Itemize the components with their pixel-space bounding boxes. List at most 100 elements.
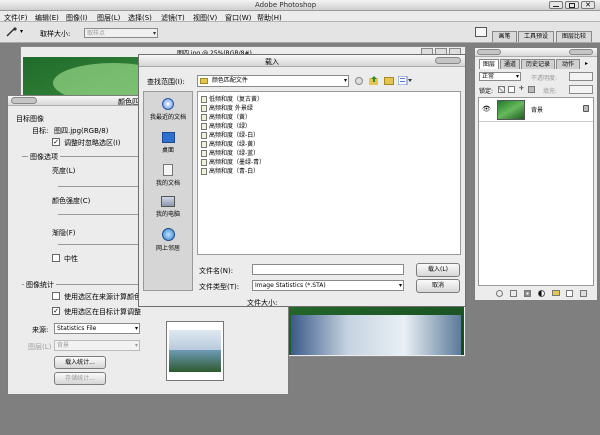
chevron-down-icon: ▾ — [398, 282, 402, 289]
app-title: Adobe Photoshop — [255, 1, 317, 9]
place-network[interactable]: 网上邻居 — [144, 228, 192, 258]
new-group-icon[interactable] — [552, 290, 560, 296]
preview-ground — [169, 350, 221, 372]
chevron-down-icon: ▾ — [152, 30, 156, 37]
close-button[interactable]: ✕ — [581, 1, 595, 9]
filename-input[interactable] — [252, 264, 404, 275]
eyedropper-tool-icon[interactable] — [5, 27, 19, 37]
opacity-input[interactable] — [569, 72, 593, 81]
file-item[interactable]: 高频和度 外景绿 — [201, 103, 253, 112]
file-item[interactable]: 高频和度（青-白） — [201, 166, 259, 175]
use-source-selection-checkbox[interactable] — [52, 292, 60, 300]
file-icon — [201, 149, 207, 157]
minimize-button[interactable] — [549, 1, 563, 9]
file-name: 高频和度（青-白） — [209, 168, 260, 175]
new-folder-icon[interactable] — [384, 77, 394, 85]
lock-icon — [583, 105, 589, 112]
tab-history[interactable]: 历史记录 — [521, 59, 555, 69]
neutralize-checkbox[interactable] — [52, 254, 60, 262]
layer-value: 背景 — [57, 342, 70, 349]
filetype-select[interactable]: Image Statistics (*.STA) ▾ — [252, 280, 404, 291]
layer-row-background[interactable]: 👁 背景 — [479, 98, 593, 122]
layers-panel-close-pill[interactable] — [569, 49, 593, 55]
back-icon[interactable] — [355, 77, 363, 85]
file-item[interactable]: 高频和度（绿） — [201, 121, 251, 130]
panel-menu-icon[interactable]: ▸ — [585, 60, 588, 67]
file-name: 高频和度（绿-蓝） — [209, 150, 260, 157]
place-label: 网上邻居 — [155, 245, 180, 252]
lock-transparency-icon[interactable] — [498, 86, 505, 93]
link-layers-icon[interactable] — [496, 290, 503, 297]
load-statistics-button[interactable]: 载入统计... — [54, 356, 106, 369]
lock-all-icon[interactable] — [528, 86, 535, 93]
load-dialog-close-pill[interactable] — [435, 57, 461, 64]
fade-slider[interactable] — [58, 244, 148, 245]
delete-layer-icon[interactable] — [580, 290, 587, 297]
adjustment-layer-icon[interactable] — [538, 290, 545, 297]
lock-image-icon[interactable] — [508, 86, 515, 93]
source-select[interactable]: Statistics File ▾ — [54, 323, 140, 334]
load-dialog-title: 载入 — [265, 58, 279, 66]
file-icon — [201, 104, 207, 112]
place-label: 我的电脑 — [155, 211, 180, 218]
file-list[interactable]: 低频和度（复古黄） 高频和度 外景绿 高频和度（黄） 高频和度（绿） 高频和度（… — [197, 91, 461, 255]
up-folder-icon[interactable] — [369, 76, 379, 85]
tool-preset-dropdown-icon[interactable]: ▾ — [20, 28, 23, 35]
layer-mask-icon[interactable] — [524, 290, 531, 297]
place-my-documents[interactable]: 我的文档 — [144, 164, 192, 194]
file-icon — [201, 113, 207, 121]
tab-tool-presets[interactable]: 工具预设 — [518, 31, 554, 42]
menu-bar: 文件(F) 编辑(E) 图像(I) 图层(L) 选择(S) 滤镜(T) 视图(V… — [0, 11, 600, 22]
palette-well-icon[interactable] — [475, 27, 487, 37]
use-target-selection-label: 使用选区在目标计算调整 — [64, 308, 141, 316]
layer-label: 图层(L) — [28, 343, 52, 351]
file-item[interactable]: 高频和度（墨绿-青） — [201, 157, 265, 166]
tab-layer-comps[interactable]: 图层比较 — [556, 31, 592, 42]
source-preview-thumbnail — [166, 321, 224, 381]
filetype-value: Image Statistics (*.STA) — [255, 282, 326, 289]
file-item[interactable]: 高频和度（绿-黄） — [201, 139, 259, 148]
place-desktop[interactable]: 桌面 — [144, 132, 192, 160]
visibility-eye-icon[interactable]: 👁 — [482, 105, 491, 113]
my-computer-icon — [161, 196, 175, 207]
place-my-computer[interactable]: 我的电脑 — [144, 196, 192, 226]
load-button[interactable]: 载入(L) — [416, 263, 460, 277]
file-name: 高频和度（绿） — [209, 123, 252, 130]
place-recent-documents[interactable]: 我最近的文档 — [144, 98, 192, 126]
use-target-selection-checkbox[interactable]: ✓ — [52, 307, 60, 315]
blend-mode-select[interactable]: 正常 ▾ — [479, 72, 521, 81]
file-item[interactable]: 高频和度（黄） — [201, 112, 251, 121]
tab-actions[interactable]: 动作 — [556, 59, 580, 69]
tab-channels[interactable]: 通道 — [500, 59, 520, 69]
lookin-select[interactable]: 颜色匹配文件 ▾ — [197, 75, 349, 87]
dialog-drag-handle[interactable] — [11, 97, 37, 104]
ignore-selection-checkbox[interactable]: ✓ — [52, 138, 60, 146]
lock-position-icon[interactable]: ✛ — [518, 86, 525, 93]
layer-select: 背景 ▾ — [54, 340, 140, 351]
tab-brushes[interactable]: 画笔 — [492, 31, 517, 42]
cancel-button[interactable]: 取消 — [416, 279, 460, 293]
preview-sky — [169, 330, 221, 350]
close-icon: ✕ — [585, 1, 591, 9]
place-label: 我最近的文档 — [149, 114, 186, 121]
new-layer-icon[interactable] — [566, 290, 573, 297]
layers-panel-drag-handle[interactable] — [477, 49, 501, 55]
view-menu-icon[interactable] — [397, 75, 412, 86]
source-label: 来源: — [32, 326, 49, 334]
tab-layers[interactable]: 图层 — [479, 59, 499, 69]
file-item[interactable]: 低频和度（复古黄） — [201, 94, 263, 103]
layer-style-icon[interactable] — [510, 290, 517, 297]
chevron-down-icon: ▾ — [343, 77, 347, 84]
file-item[interactable]: 高频和度（绿-蓝） — [201, 148, 259, 157]
intensity-slider[interactable] — [58, 214, 148, 215]
file-icon — [201, 131, 207, 139]
file-item[interactable]: 高频和度（绿-白） — [201, 130, 259, 139]
luminance-slider[interactable] — [58, 186, 148, 187]
file-icon — [201, 140, 207, 148]
lookin-value: 颜色匹配文件 — [211, 77, 248, 84]
fill-input[interactable] — [569, 85, 593, 94]
sample-size-label: 取样大小: — [40, 30, 71, 38]
sample-size-select[interactable]: 取样点 ▾ — [84, 28, 158, 38]
use-source-selection-label: 使用选区在来源计算颜色 — [64, 293, 141, 301]
maximize-button[interactable] — [565, 1, 579, 9]
